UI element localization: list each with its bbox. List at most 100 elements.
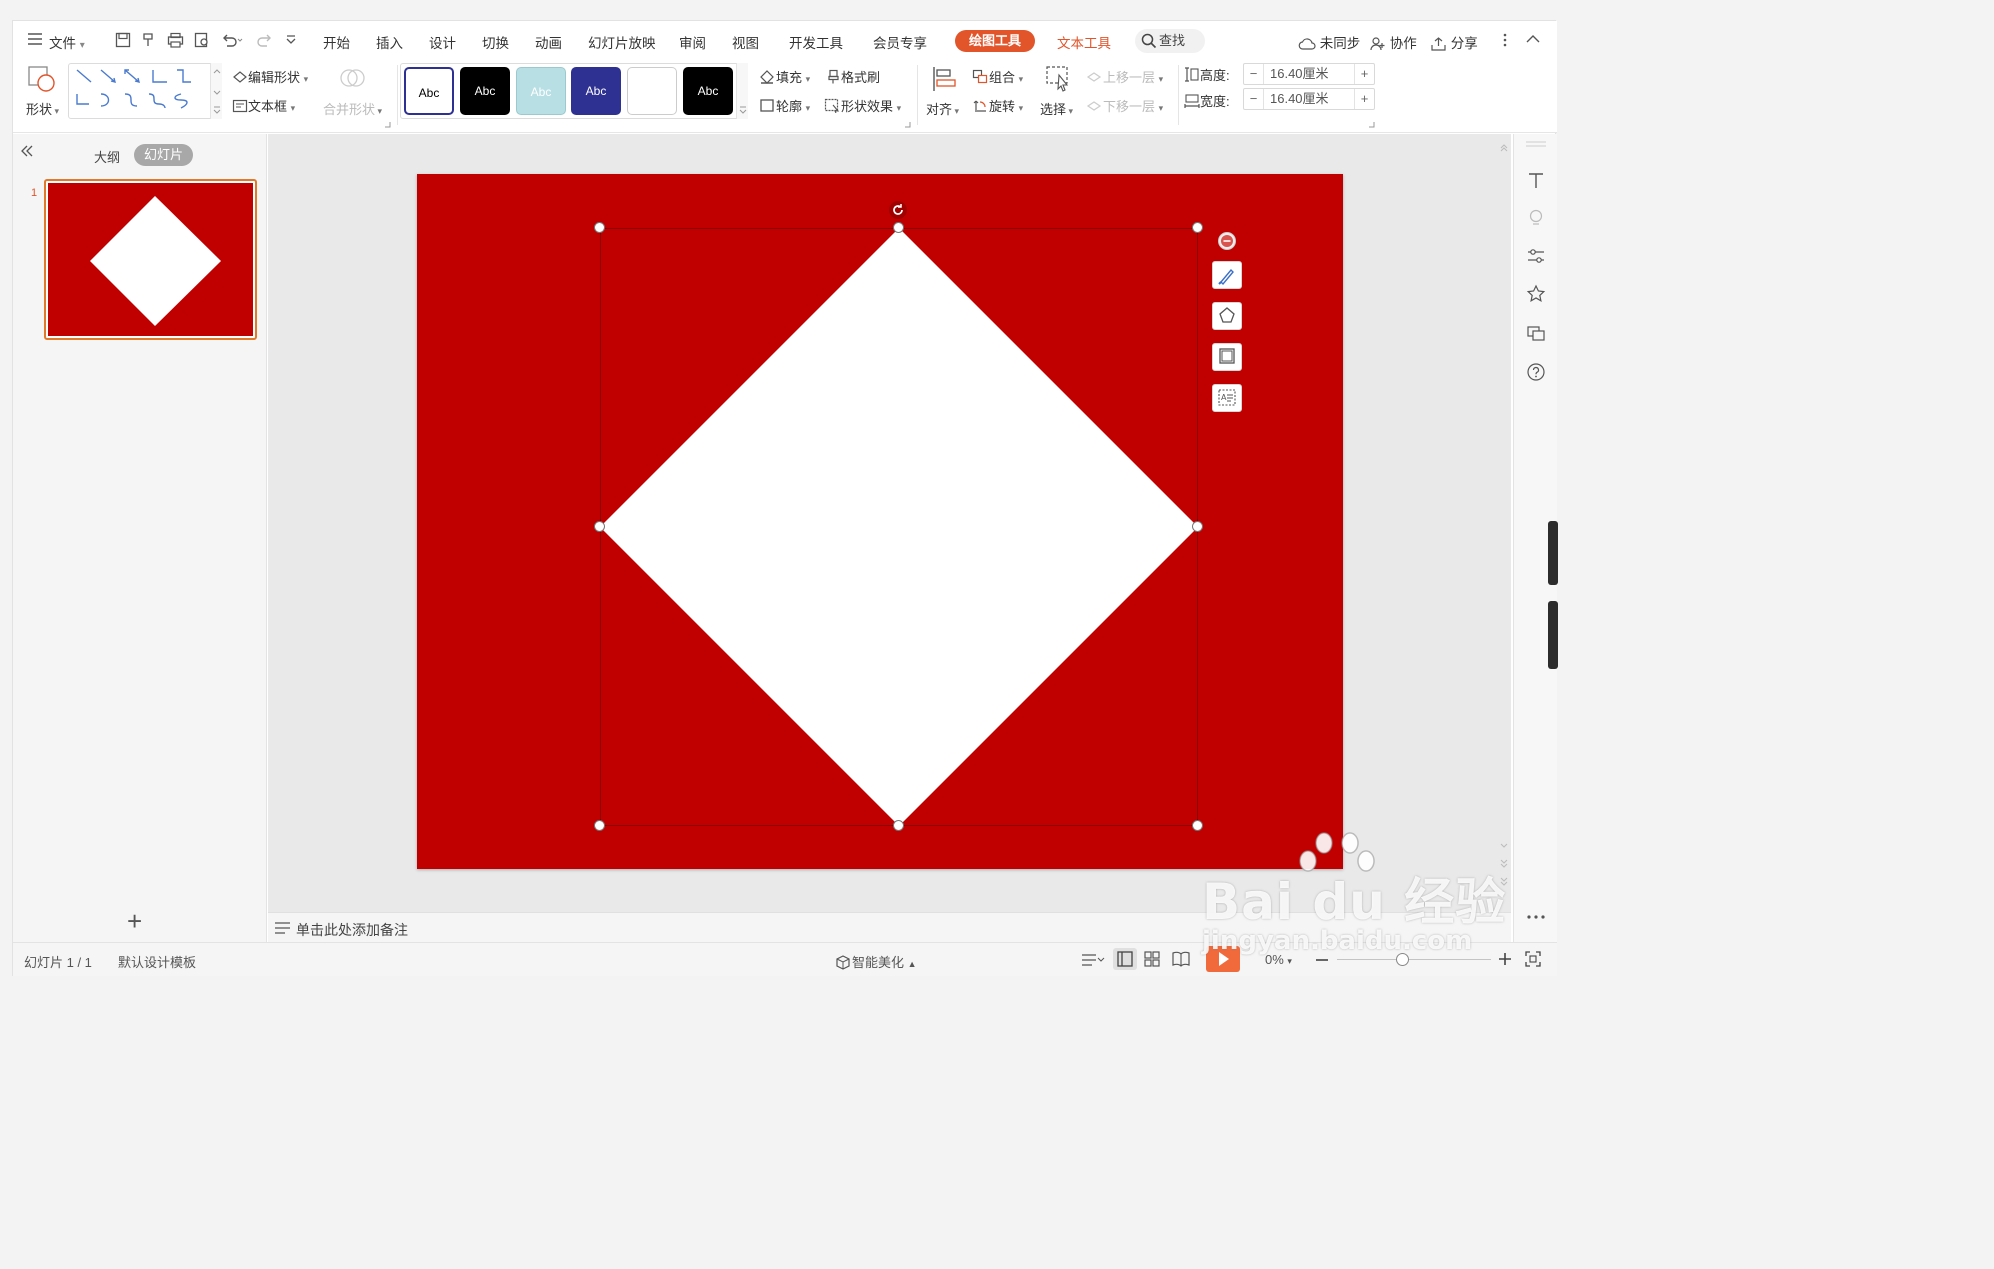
star-animation-icon[interactable] bbox=[1526, 284, 1546, 304]
rotate-handle[interactable] bbox=[889, 201, 907, 219]
more-options-icon[interactable] bbox=[1526, 914, 1546, 920]
side-tab[interactable] bbox=[1548, 601, 1558, 669]
launcher-icon[interactable] bbox=[1369, 122, 1375, 128]
resize-handle-left[interactable] bbox=[594, 521, 605, 532]
help-icon[interactable] bbox=[1526, 362, 1546, 382]
width-field[interactable]: − 16.40厘米 + bbox=[1243, 88, 1375, 110]
tab-text-tools[interactable]: 文本工具 bbox=[1057, 32, 1111, 52]
width-decrease-button[interactable]: − bbox=[1244, 89, 1264, 109]
gallery-scroll[interactable] bbox=[210, 63, 222, 119]
shape-gallery[interactable] bbox=[68, 63, 222, 119]
adjust-icon[interactable] bbox=[1526, 246, 1546, 266]
tab-animation[interactable]: 动画 bbox=[535, 32, 562, 52]
height-field[interactable]: − 16.40厘米 + bbox=[1243, 63, 1375, 85]
collapse-panel-icon[interactable] bbox=[20, 145, 34, 157]
fill-button[interactable]: 填充 bbox=[759, 67, 810, 86]
normal-view-button[interactable] bbox=[1113, 948, 1137, 970]
resize-handle-top-right[interactable] bbox=[1192, 222, 1203, 233]
tab-slides[interactable]: 幻灯片 bbox=[134, 144, 194, 166]
print-preview-icon[interactable] bbox=[194, 32, 210, 48]
save-icon[interactable] bbox=[115, 32, 131, 48]
search-box[interactable]: 查找 bbox=[1135, 29, 1205, 53]
zoom-slider-track[interactable] bbox=[1337, 959, 1491, 960]
resize-handle-bottom-left[interactable] bbox=[594, 820, 605, 831]
resize-handle-right[interactable] bbox=[1192, 521, 1203, 532]
height-increase-button[interactable]: + bbox=[1354, 64, 1374, 84]
shape-dropdown[interactable]: 形状 bbox=[26, 99, 59, 118]
tab-review[interactable]: 审阅 bbox=[679, 32, 706, 52]
align-icon[interactable] bbox=[931, 65, 957, 93]
style-option-4[interactable]: Abc bbox=[571, 67, 621, 115]
style-option-5[interactable] bbox=[627, 67, 677, 115]
height-value[interactable]: 16.40厘米 bbox=[1270, 64, 1329, 84]
outline-button[interactable]: 轮廓 bbox=[759, 96, 810, 115]
redo-icon[interactable] bbox=[255, 32, 273, 48]
tab-outline[interactable]: 大纲 bbox=[94, 147, 120, 166]
tab-slideshow[interactable]: 幻灯片放映 bbox=[588, 32, 656, 52]
quick-text-wrap-button[interactable]: A bbox=[1212, 384, 1242, 412]
select-dropdown[interactable]: 选择 bbox=[1040, 99, 1073, 118]
file-menu[interactable]: 文件 ▾ bbox=[49, 32, 85, 52]
style-option-1[interactable]: Abc bbox=[404, 67, 454, 115]
resize-handle-top[interactable] bbox=[893, 222, 904, 233]
select-icon[interactable] bbox=[1045, 65, 1073, 93]
notes-toggle-icon[interactable] bbox=[1081, 953, 1105, 967]
width-increase-button[interactable]: + bbox=[1354, 89, 1374, 109]
tab-transitions[interactable]: 切换 bbox=[482, 32, 509, 52]
quick-style-button[interactable] bbox=[1212, 261, 1242, 289]
bulb-icon[interactable] bbox=[1526, 208, 1546, 228]
format-paint-icon[interactable] bbox=[141, 32, 157, 48]
style-option-3[interactable]: Abc bbox=[516, 67, 566, 115]
edit-shape-button[interactable]: 编辑形状 bbox=[232, 67, 308, 86]
diamond-shape[interactable] bbox=[600, 228, 1200, 828]
collapse-quick-tools-icon[interactable] bbox=[1218, 232, 1236, 250]
tab-member[interactable]: 会员专享 bbox=[873, 32, 927, 52]
tab-insert[interactable]: 插入 bbox=[376, 32, 403, 52]
height-decrease-button[interactable]: − bbox=[1244, 64, 1264, 84]
tab-drawing-tools[interactable]: 绘图工具 bbox=[955, 30, 1036, 52]
vertical-scrollbar[interactable] bbox=[1499, 142, 1509, 902]
resize-handle-bottom-right[interactable] bbox=[1192, 820, 1203, 831]
smart-beautify-button[interactable]: 智能美化 ▲ bbox=[835, 952, 917, 971]
menu-icon[interactable] bbox=[27, 32, 43, 46]
undo-icon[interactable] bbox=[221, 32, 243, 48]
style-gallery-scroll[interactable] bbox=[736, 63, 748, 119]
customize-dropdown-icon[interactable] bbox=[285, 34, 297, 46]
align-dropdown[interactable]: 对齐 bbox=[926, 99, 959, 118]
resize-handle-bottom[interactable] bbox=[893, 820, 904, 831]
shape-icon[interactable] bbox=[27, 65, 57, 93]
width-value[interactable]: 16.40厘米 bbox=[1270, 89, 1329, 109]
more-menu-icon[interactable] bbox=[1503, 33, 1507, 47]
tab-view[interactable]: 视图 bbox=[732, 32, 759, 52]
quick-outline-button[interactable] bbox=[1212, 343, 1242, 371]
share-button[interactable]: 分享 bbox=[1431, 32, 1478, 52]
format-painter-button[interactable]: 格式刷 bbox=[826, 67, 880, 86]
resize-handle-top-left[interactable] bbox=[594, 222, 605, 233]
zoom-out-icon[interactable] bbox=[1316, 959, 1328, 961]
tab-developer[interactable]: 开发工具 bbox=[789, 32, 843, 52]
fit-window-icon[interactable] bbox=[1525, 951, 1541, 967]
side-tab[interactable] bbox=[1548, 521, 1558, 585]
textbox-button[interactable]: 文本框 bbox=[232, 96, 295, 115]
text-format-icon[interactable] bbox=[1526, 170, 1546, 190]
collab-button[interactable]: 协作 bbox=[1370, 32, 1417, 52]
print-icon[interactable] bbox=[167, 32, 184, 48]
launcher-icon[interactable] bbox=[385, 122, 391, 128]
transition-icon[interactable] bbox=[1526, 323, 1546, 343]
launcher-icon[interactable] bbox=[905, 122, 911, 128]
style-option-2[interactable]: Abc bbox=[460, 67, 510, 115]
group-button[interactable]: 组合 bbox=[972, 67, 1023, 86]
slide-thumbnail[interactable] bbox=[44, 179, 257, 340]
quick-shape-fill-button[interactable] bbox=[1212, 302, 1242, 330]
notes-placeholder[interactable]: 单击此处添加备注 bbox=[296, 920, 408, 940]
collapse-ribbon-icon[interactable] bbox=[1525, 33, 1541, 45]
add-slide-button[interactable]: + bbox=[127, 908, 142, 934]
sync-status[interactable]: 未同步 bbox=[1298, 32, 1360, 52]
zoom-in-icon[interactable] bbox=[1499, 953, 1511, 965]
sorter-view-icon[interactable] bbox=[1144, 951, 1160, 967]
template-name[interactable]: 默认设计模板 bbox=[118, 952, 196, 971]
shape-effects-button[interactable]: 形状效果 bbox=[824, 96, 901, 115]
tab-design[interactable]: 设计 bbox=[429, 32, 456, 52]
style-option-6[interactable]: Abc bbox=[683, 67, 733, 115]
rotate-button[interactable]: 旋转 bbox=[972, 96, 1023, 115]
